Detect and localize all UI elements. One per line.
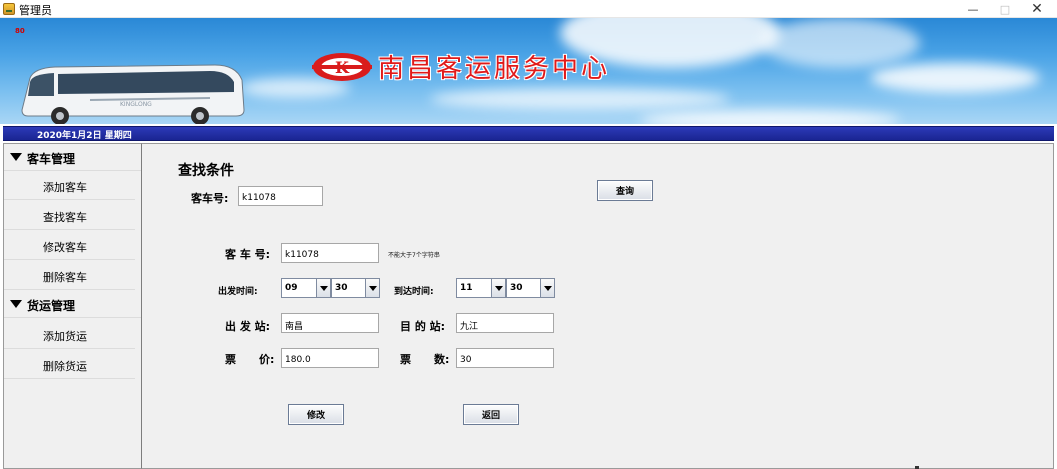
header-banner: 80 KINGLONG K 南昌客运服务中心: [0, 18, 1057, 124]
depart-hour-select[interactable]: 09: [281, 278, 331, 298]
cloud-decoration: [760, 18, 920, 68]
banner-tag: 80: [15, 27, 25, 35]
search-bus-no-input[interactable]: [238, 186, 323, 206]
current-date: 2020年1月2日 星期四: [37, 131, 132, 141]
query-button[interactable]: 查询: [597, 180, 653, 201]
maximize-button[interactable]: □: [990, 0, 1020, 18]
sidebar-group-bus-management[interactable]: 客车管理: [4, 144, 141, 171]
chevron-down-icon[interactable]: [491, 279, 505, 297]
cloud-decoration: [430, 88, 730, 110]
bus-no-input[interactable]: [281, 243, 379, 263]
back-button[interactable]: 返回: [463, 404, 519, 425]
sidebar-item-add-freight[interactable]: 添加货运: [4, 320, 135, 349]
destination-station-input[interactable]: [456, 313, 554, 333]
origin-station-input[interactable]: [281, 313, 379, 333]
sidebar-item-delete-bus[interactable]: 删除客车: [4, 261, 135, 290]
sidebar-menu: 客车管理 添加客车 查找客车 修改客车 删除客车 货运管理 添加货运 删除货运: [3, 143, 142, 469]
date-strip: 2020年1月2日 星期四: [3, 126, 1054, 141]
chevron-down-icon[interactable]: [365, 279, 379, 297]
window-titlebar: 管理员 — □ ✕: [0, 0, 1057, 18]
depart-minute-select[interactable]: 30: [331, 278, 380, 298]
arrive-time-label: 到达时间:: [394, 287, 434, 297]
cloud-decoration: [640, 110, 900, 124]
origin-station-label: 出 发 站:: [225, 320, 271, 333]
svg-text:KINGLONG: KINGLONG: [120, 101, 152, 108]
cloud-decoration: [870, 63, 1040, 93]
close-button[interactable]: ✕: [1022, 0, 1052, 18]
banner-title: 南昌客运服务中心: [378, 54, 611, 84]
search-bus-no-label: 客车号:: [191, 192, 229, 205]
ticket-price-input[interactable]: [281, 348, 379, 368]
sidebar-item-delete-freight[interactable]: 删除货运: [4, 350, 135, 379]
sidebar-item-add-bus[interactable]: 添加客车: [4, 171, 135, 200]
expand-triangle-icon: [10, 300, 22, 308]
minimize-button[interactable]: —: [958, 0, 988, 18]
destination-station-label: 目 的 站:: [400, 320, 446, 333]
company-logo-icon: K: [312, 53, 372, 81]
ticket-count-label: 票 数:: [400, 353, 450, 366]
main-panel: 查找条件 客车号: 查询 客 车 号: 不能大于7个字符串 出发时间: 09 3…: [142, 143, 1054, 469]
bus-no-label: 客 车 号:: [225, 248, 271, 261]
window-title: 管理员: [19, 4, 52, 17]
search-section-title: 查找条件: [178, 163, 234, 179]
sidebar-item-find-bus[interactable]: 查找客车: [4, 201, 135, 230]
ticket-count-input[interactable]: [456, 348, 554, 368]
chevron-down-icon[interactable]: [316, 279, 330, 297]
arrive-hour-select[interactable]: 11: [456, 278, 506, 298]
expand-triangle-icon: [10, 153, 22, 161]
sidebar-group-freight-management[interactable]: 货运管理: [4, 291, 141, 318]
arrive-minute-select[interactable]: 30: [506, 278, 555, 298]
depart-time-label: 出发时间:: [218, 287, 258, 297]
modify-button[interactable]: 修改: [288, 404, 344, 425]
logo-letter: K: [335, 58, 350, 77]
chevron-down-icon[interactable]: [540, 279, 554, 297]
ticket-price-label: 票 价:: [225, 353, 275, 366]
sidebar-item-modify-bus[interactable]: 修改客车: [4, 231, 135, 260]
app-icon: [3, 3, 15, 15]
bus-image: KINGLONG: [21, 64, 245, 124]
bus-no-hint: 不能大于7个字符串: [388, 252, 440, 259]
